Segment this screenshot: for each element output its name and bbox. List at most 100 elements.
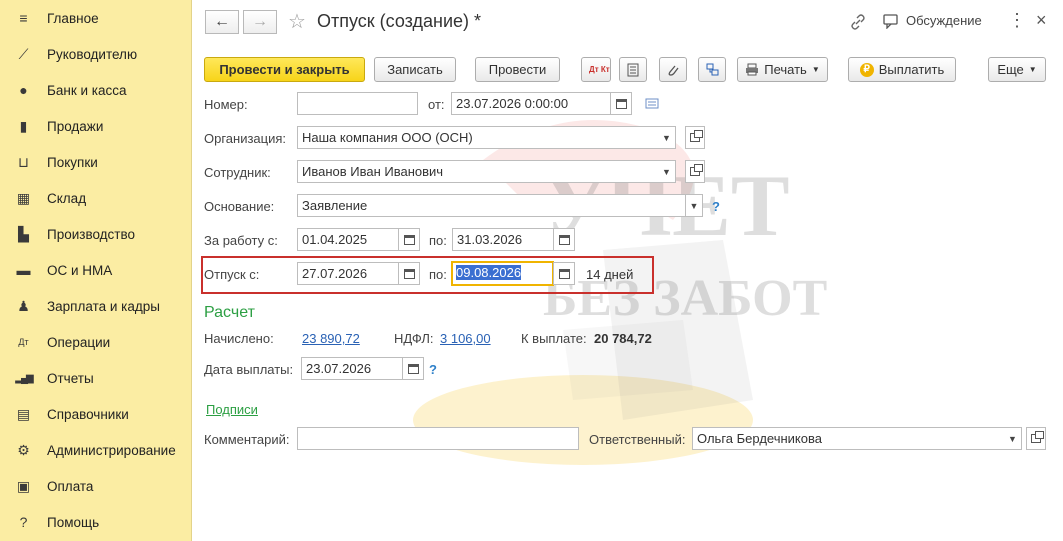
document-form: УЧЕТ БЕЗ ЗАБОТ ← → ☆ Отпуск (создание) *…	[193, 0, 1063, 541]
printer-icon	[746, 63, 759, 76]
sidebar-item[interactable]: ▂▄▆ Отчеты	[0, 360, 192, 396]
sidebar-item[interactable]: ▦ Склад	[0, 180, 192, 216]
structure-icon	[706, 63, 718, 76]
sidebar-item[interactable]: ▙ Производство	[0, 216, 192, 252]
calendar-button[interactable]	[398, 228, 420, 251]
calendar-button[interactable]	[402, 357, 424, 380]
sidebar-item[interactable]: ⟋ Руководителю	[0, 36, 192, 72]
post-button[interactable]: Провести	[475, 57, 560, 82]
organization-field[interactable]: Наша компания ООО (ОСН)	[297, 126, 659, 149]
work-period-to-field[interactable]: 31.03.2026	[452, 228, 554, 251]
dt-kt-button[interactable]: Дт Кт	[581, 57, 611, 82]
save-button[interactable]: Записать	[374, 57, 456, 82]
document-date-field[interactable]: 23.07.2026 0:00:00	[451, 92, 611, 115]
comment-field[interactable]	[297, 427, 579, 450]
work-period-to-label: по:	[429, 233, 447, 248]
attach-button[interactable]	[659, 57, 687, 82]
sidebar-item[interactable]: ▮ Продажи	[0, 108, 192, 144]
basis-label: Основание:	[204, 199, 275, 214]
discussion-icon[interactable]	[883, 14, 900, 29]
pay-date-help-icon[interactable]: ?	[429, 362, 437, 377]
report-button[interactable]	[619, 57, 647, 82]
post-and-close-button[interactable]: Провести и закрыть	[204, 57, 365, 82]
structure-button[interactable]	[698, 57, 726, 82]
vacation-to-field[interactable]: 09.08.2026	[451, 261, 554, 286]
number-label: Номер:	[204, 97, 248, 112]
chevron-down-icon: ▼	[1008, 433, 1017, 444]
sidebar-item-label: Зарплата и кадры	[47, 298, 160, 314]
close-icon[interactable]: ×	[1036, 10, 1047, 31]
open-form-icon	[690, 164, 703, 176]
signatures-link[interactable]: Подписи	[206, 402, 258, 417]
sidebar-item-label: ОС и НМА	[47, 262, 113, 278]
sidebar-item[interactable]: ▣ Оплата	[0, 468, 192, 504]
sidebar-item[interactable]: ▬ ОС и НМА	[0, 252, 192, 288]
number-field[interactable]	[297, 92, 418, 115]
responsible-open-button[interactable]	[1026, 427, 1046, 450]
basis-help-icon[interactable]: ?	[712, 199, 720, 214]
back-button[interactable]: ←	[205, 10, 239, 34]
favorite-star-icon[interactable]: ☆	[288, 9, 306, 34]
sidebar-item[interactable]: ≡ Главное	[0, 0, 192, 36]
sidebar: ≡ Главное ⟋ Руководителю ● Банк и касса ▮ Прода…	[0, 0, 192, 541]
accrued-link[interactable]: 23 890,72	[302, 331, 360, 346]
employee-label: Сотрудник:	[204, 165, 271, 180]
date-from-label: от:	[428, 97, 445, 112]
vacation-days-count: 14 дней	[586, 267, 634, 282]
document-number-icon[interactable]	[645, 98, 659, 109]
employee-field[interactable]: Иванов Иван Иванович	[297, 160, 659, 183]
sidebar-item[interactable]: ⚙ Администрирование	[0, 432, 192, 468]
sidebar-item-label: Справочники	[47, 406, 129, 422]
basis-field[interactable]: Заявление	[297, 194, 686, 217]
responsible-field[interactable]: Ольга Бердечникова	[692, 427, 1005, 450]
print-label: Печать	[764, 62, 807, 77]
open-form-icon	[1031, 431, 1044, 443]
organization-dropdown-button[interactable]: ▼	[658, 126, 676, 149]
sidebar-item[interactable]: ▤ Справочники	[0, 396, 192, 432]
sidebar-item-label: Операции	[47, 334, 111, 350]
pay-label: Выплатить	[878, 62, 945, 77]
work-period-from-field[interactable]: 01.04.2025	[297, 228, 399, 251]
sidebar-item-label: Администрирование	[47, 442, 176, 458]
calculation-section-title: Расчет	[204, 304, 255, 321]
truck-icon: ▬	[16, 262, 31, 278]
menu-icon: ≡	[19, 10, 28, 26]
trend-icon: ⟋	[18, 45, 29, 62]
calendar-button[interactable]	[398, 262, 420, 285]
link-icon[interactable]	[850, 14, 866, 30]
discussion-button[interactable]: Обсуждение	[906, 13, 982, 28]
more-vertical-icon[interactable]: ⋮	[1008, 10, 1026, 31]
responsible-label: Ответственный:	[589, 432, 686, 447]
ndfl-label: НДФЛ:	[394, 331, 434, 346]
employee-dropdown-button[interactable]: ▼	[658, 160, 676, 183]
calendar-button[interactable]	[610, 92, 632, 115]
print-button[interactable]: Печать ▼	[737, 57, 828, 82]
calendar-icon	[615, 98, 627, 109]
pay-button[interactable]: ₽ Выплатить	[848, 57, 956, 82]
pay-date-field[interactable]: 23.07.2026	[301, 357, 403, 380]
sidebar-item-label: Покупки	[47, 154, 98, 170]
forward-button[interactable]: →	[243, 10, 277, 34]
sidebar-item[interactable]: Дт Операции	[0, 324, 192, 360]
organization-open-button[interactable]	[685, 126, 705, 149]
responsible-dropdown-button[interactable]: ▼	[1004, 427, 1022, 450]
more-button[interactable]: Еще ▼	[988, 57, 1046, 82]
ndfl-link[interactable]: 3 106,00	[440, 331, 491, 346]
sidebar-item[interactable]: ⊔ Покупки	[0, 144, 192, 180]
calendar-button[interactable]	[553, 228, 575, 251]
employee-open-button[interactable]	[685, 160, 705, 183]
help-icon: ?	[19, 514, 28, 530]
vacation-from-field[interactable]: 27.07.2026	[297, 262, 399, 285]
more-label: Еще	[997, 62, 1024, 77]
gear-icon: ⚙	[17, 441, 30, 458]
basis-dropdown-button[interactable]: ▼	[685, 194, 703, 217]
to-pay-value: 20 784,72	[594, 331, 652, 346]
calendar-icon	[403, 268, 415, 279]
sidebar-item-label: Отчеты	[47, 370, 94, 386]
vacation-to-value: 09.08.2026	[456, 265, 522, 280]
calendar-button[interactable]	[553, 262, 575, 285]
calendar-icon	[407, 363, 419, 374]
sidebar-item[interactable]: ♟ Зарплата и кадры	[0, 288, 192, 324]
sidebar-item[interactable]: ? Помощь	[0, 504, 192, 540]
sidebar-item[interactable]: ● Банк и касса	[0, 72, 192, 108]
